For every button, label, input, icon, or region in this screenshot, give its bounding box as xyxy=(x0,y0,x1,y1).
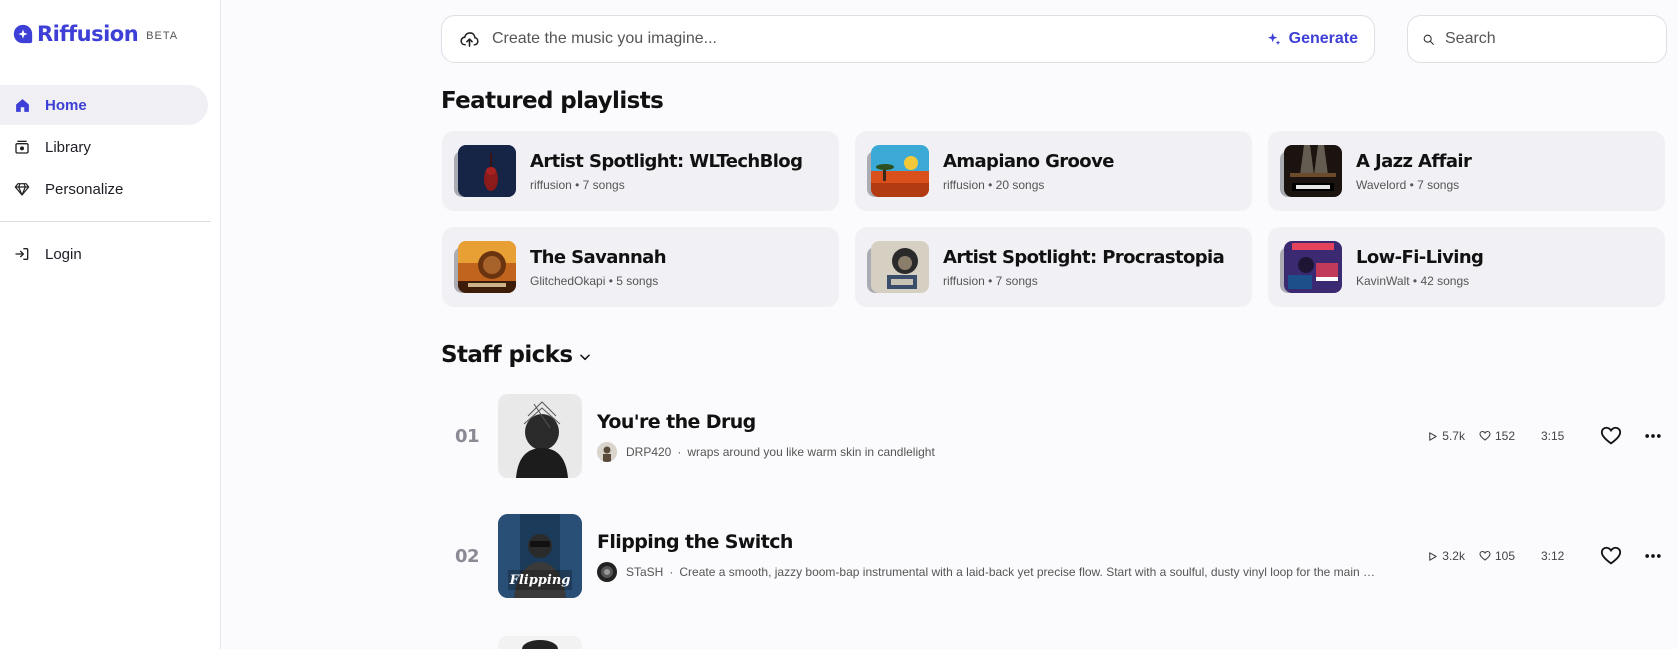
playlist-cover xyxy=(867,145,929,197)
playlist-meta: Wavelord • 7 songs xyxy=(1356,177,1460,192)
sidebar-item-library[interactable]: Library xyxy=(0,127,208,167)
playlist-name: A Jazz Affair xyxy=(1356,150,1472,172)
login-icon xyxy=(13,245,31,263)
sidebar-item-label: Library xyxy=(45,138,91,156)
search-input[interactable] xyxy=(1445,30,1652,48)
heart-icon xyxy=(1600,426,1622,445)
track-row[interactable]: 01 You're the Drug DRP420 · wraps around… xyxy=(441,394,1667,478)
sidebar-divider xyxy=(0,221,211,222)
generate-label: Generate xyxy=(1288,30,1358,47)
playlist-meta: KavinWalt • 42 songs xyxy=(1356,273,1470,288)
diamond-icon xyxy=(13,180,31,198)
library-icon xyxy=(13,138,31,156)
more-options-button[interactable] xyxy=(1639,542,1667,570)
cover-art-text: Flipping xyxy=(509,573,571,588)
heart-icon xyxy=(1479,430,1491,441)
playlist-meta: riffusion • 7 songs xyxy=(530,177,625,192)
home-icon xyxy=(13,96,31,114)
staff-picks-title[interactable]: Staff picks xyxy=(441,342,592,368)
chevron-down-icon xyxy=(580,354,591,361)
prompt-input[interactable] xyxy=(492,30,1266,48)
featured-playlists-title: Featured playlists xyxy=(441,88,664,114)
search-icon xyxy=(1423,34,1434,45)
play-count-value: 3.2k xyxy=(1442,549,1465,563)
play-icon xyxy=(1429,551,1437,561)
heart-icon xyxy=(1600,546,1622,565)
playlist-card[interactable]: The Savannah GlitchedOkapi • 5 songs xyxy=(442,227,839,307)
sparkle-icon xyxy=(1267,33,1280,45)
staff-picks-label: Staff picks xyxy=(441,342,573,368)
track-duration: 3:12 xyxy=(1541,549,1565,563)
like-button[interactable] xyxy=(1597,422,1625,450)
playlist-cover xyxy=(867,241,929,293)
heart-icon xyxy=(1479,550,1491,561)
playlist-name: Artist Spotlight: WLTechBlog xyxy=(530,150,803,172)
generate-button[interactable]: Generate xyxy=(1266,30,1358,48)
like-count: 105 xyxy=(1479,549,1515,563)
separator-dot: · xyxy=(669,564,674,579)
login-container: Login xyxy=(0,234,208,276)
track-cover[interactable] xyxy=(498,394,582,478)
avatar[interactable] xyxy=(597,441,617,462)
track-artist[interactable]: DRP420 xyxy=(626,445,671,459)
track-description: wraps around you like warm skin in candl… xyxy=(687,444,935,459)
more-horizontal-icon xyxy=(1645,554,1661,558)
more-horizontal-icon xyxy=(1645,434,1661,438)
like-button[interactable] xyxy=(1597,542,1625,570)
playlist-name: Low-Fi-Living xyxy=(1356,246,1484,268)
track-duration: 3:15 xyxy=(1541,429,1565,443)
prompt-bar: Generate xyxy=(441,15,1375,63)
track-stats: 5.7k 152 3:15 xyxy=(1427,394,1667,478)
playlist-name: Artist Spotlight: Procrastopia xyxy=(943,246,1225,268)
play-count: 3.2k xyxy=(1427,549,1465,563)
beta-badge: BETA xyxy=(146,30,179,42)
playlist-cover xyxy=(1280,241,1342,293)
track-stats: 3.2k 105 3:12 xyxy=(1427,514,1667,598)
sidebar-item-label: Personalize xyxy=(45,180,124,198)
playlist-cover xyxy=(454,241,516,293)
track-number: 02 xyxy=(455,545,480,567)
brand[interactable]: Riffusion BETA xyxy=(12,22,178,46)
more-options-button[interactable] xyxy=(1639,422,1667,450)
track-description: Create a smooth, jazzy boom-bap instrume… xyxy=(679,564,1380,579)
sidebar-item-label: Home xyxy=(45,96,87,114)
playlist-name: The Savannah xyxy=(530,246,667,268)
track-row[interactable]: 02 Flipping Flipping the Switch STaSH · … xyxy=(441,514,1667,598)
cloud-upload-icon[interactable] xyxy=(458,28,480,50)
play-icon xyxy=(1429,431,1437,441)
playlist-card[interactable]: A Jazz Affair Wavelord • 7 songs xyxy=(1268,131,1665,211)
playlist-card[interactable]: Amapiano Groove riffusion • 20 songs xyxy=(855,131,1252,211)
track-number: 01 xyxy=(455,425,480,447)
play-count: 5.7k xyxy=(1427,429,1465,443)
sidebar-item-label: Login xyxy=(45,245,82,263)
avatar[interactable] xyxy=(597,561,617,582)
like-count-value: 152 xyxy=(1494,429,1515,443)
track-cover[interactable]: Flipping xyxy=(498,514,582,598)
playlist-meta: riffusion • 20 songs xyxy=(943,177,1045,192)
playlist-card[interactable]: Artist Spotlight: WLTechBlog riffusion •… xyxy=(442,131,839,211)
sidebar-item-personalize[interactable]: Personalize xyxy=(0,169,208,209)
play-count-value: 5.7k xyxy=(1442,429,1465,443)
playlist-cover xyxy=(1280,145,1342,197)
sidebar-item-home[interactable]: Home xyxy=(0,85,208,125)
track-artist[interactable]: STaSH xyxy=(626,565,663,579)
like-count-value: 105 xyxy=(1494,549,1515,563)
playlist-cover xyxy=(454,145,516,197)
sidebar-nav: Home Library Personalize xyxy=(0,85,221,211)
playlist-card[interactable]: Low-Fi-Living KavinWalt • 42 songs xyxy=(1268,227,1665,307)
track-cover-partial[interactable] xyxy=(498,636,582,649)
playlist-meta: GlitchedOkapi • 5 songs xyxy=(530,273,659,288)
playlist-meta: riffusion • 7 songs xyxy=(943,273,1038,288)
search-box xyxy=(1407,15,1667,63)
like-count: 152 xyxy=(1479,429,1515,443)
separator-dot: · xyxy=(677,444,682,459)
featured-playlists-grid: Artist Spotlight: WLTechBlog riffusion •… xyxy=(442,131,1668,307)
sidebar-item-login[interactable]: Login xyxy=(0,234,208,274)
playlist-card[interactable]: Artist Spotlight: Procrastopia riffusion… xyxy=(855,227,1252,307)
playlist-name: Amapiano Groove xyxy=(943,150,1114,172)
riffusion-logo-icon xyxy=(13,24,33,44)
brand-name: Riffusion xyxy=(37,22,139,46)
sidebar: Riffusion BETA Home Library Personalize xyxy=(0,0,221,649)
